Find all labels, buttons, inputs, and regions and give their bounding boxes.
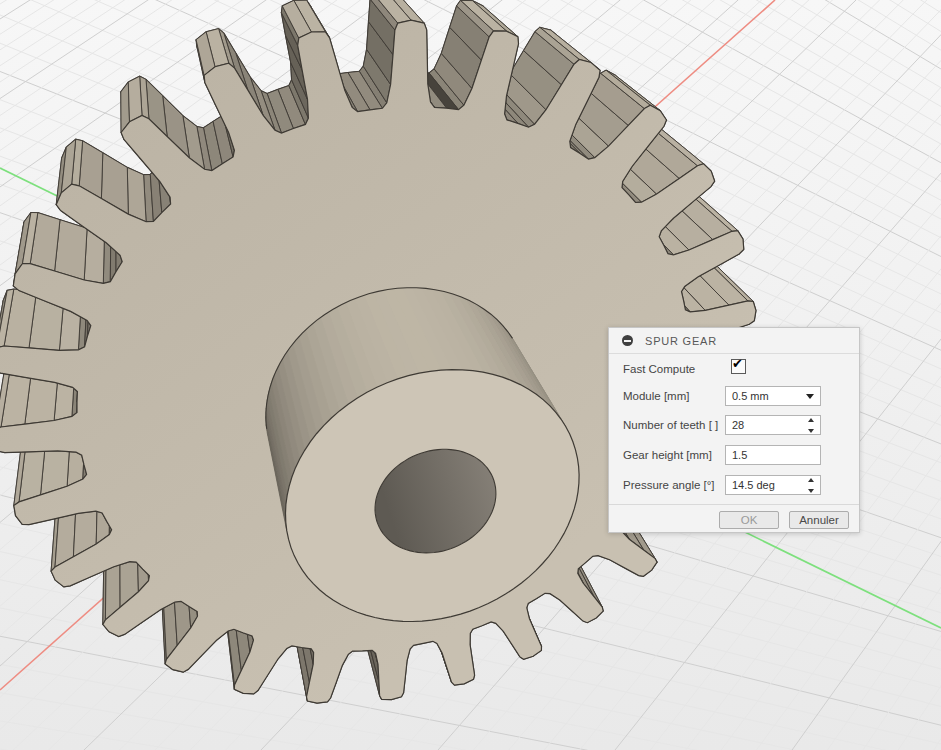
teeth-input[interactable]: 28 [725,415,821,435]
dialog-title: SPUR GEAR [645,335,717,347]
teeth-label: Number of teeth [ ] [623,415,718,435]
gear-height-label: Gear height [mm] [623,445,712,465]
gear-height-value: 1.5 [732,446,747,464]
module-label: Module [mm] [623,386,689,406]
ok-button[interactable]: OK [719,511,779,529]
spin-up-icon [808,478,814,482]
pressure-angle-value: 14.5 deg [732,476,775,494]
pressure-angle-input[interactable]: 14.5 deg [725,475,821,495]
check-icon: ✔ [732,356,743,371]
module-value: 0.5 mm [732,387,769,405]
fast-compute-checkbox[interactable]: ✔ [731,359,746,374]
chevron-down-icon [806,394,814,399]
teeth-value: 28 [732,416,744,434]
3d-viewport[interactable]: SPUR GEAR Fast Compute ✔ Module [mm] 0.5… [0,0,941,750]
spin-down-icon [808,429,814,433]
spinner-buttons[interactable] [807,478,816,493]
minus-circle-icon[interactable] [622,335,633,346]
gear-height-input[interactable]: 1.5 [725,445,821,465]
dialog-titlebar[interactable]: SPUR GEAR [609,328,859,354]
spin-up-icon [808,418,814,422]
module-dropdown[interactable]: 0.5 mm [725,386,821,406]
fast-compute-label: Fast Compute [623,359,695,379]
cancel-button[interactable]: Annuler [789,511,849,529]
spinner-buttons[interactable] [807,418,816,433]
spur-gear-dialog: SPUR GEAR Fast Compute ✔ Module [mm] 0.5… [608,327,860,533]
pressure-angle-label: Pressure angle [°] [623,475,715,495]
footer-separator [609,504,859,505]
spin-down-icon [808,489,814,493]
